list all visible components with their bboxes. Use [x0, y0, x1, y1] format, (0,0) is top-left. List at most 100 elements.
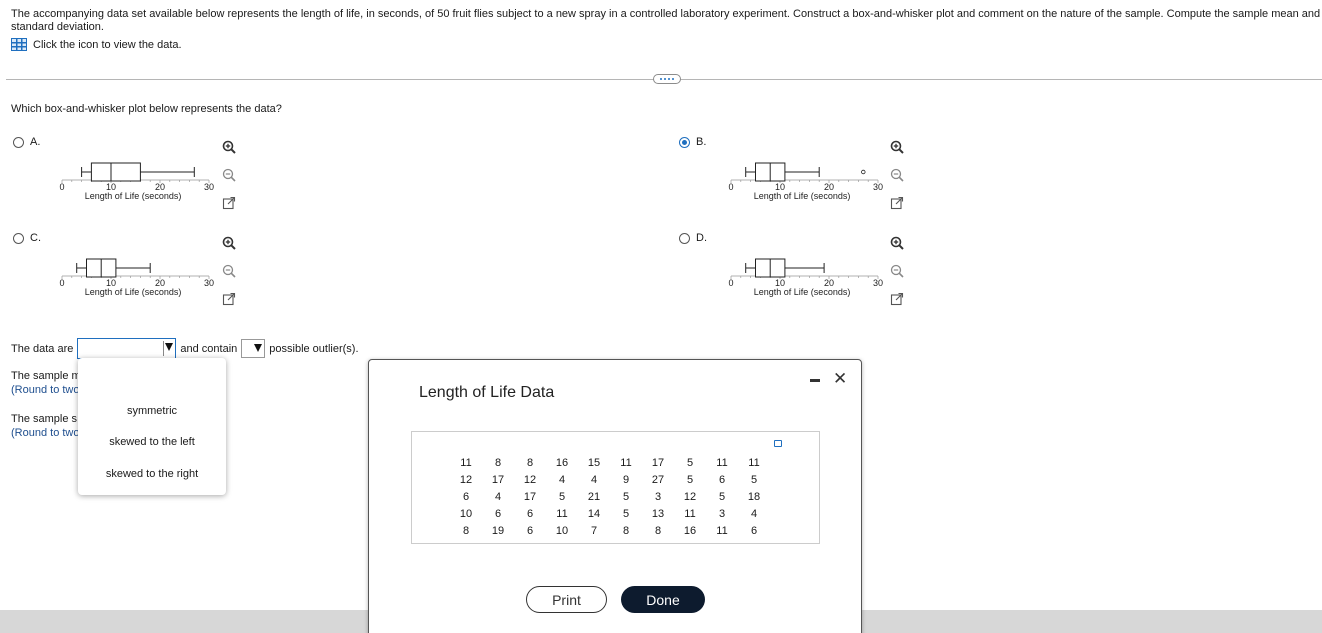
minimize-icon[interactable]	[810, 379, 820, 382]
shape-dropdown-menu: symmetric skewed to the left skewed to t…	[78, 358, 226, 495]
option-a-label: A.	[30, 136, 41, 148]
option-b-radio[interactable]	[679, 137, 690, 148]
done-button[interactable]: Done	[621, 586, 705, 613]
option-c-label: C.	[30, 232, 41, 244]
table-cell: 13	[651, 507, 665, 520]
table-cell: 11	[684, 507, 696, 520]
table-cell: 5	[718, 490, 726, 503]
menu-item-skewed-left[interactable]: skewed to the left	[78, 436, 226, 448]
menu-item-symmetric[interactable]: symmetric	[78, 405, 226, 417]
table-cell: 19	[491, 524, 505, 537]
table-cell: 6	[526, 524, 534, 537]
table-cell: 8	[622, 524, 630, 537]
table-cell: 11	[748, 456, 760, 469]
sub-question: Which box-and-whisker plot below represe…	[11, 103, 282, 115]
close-icon[interactable]: ✕	[833, 370, 847, 387]
tick-label: 0	[59, 278, 64, 288]
sample-sd-text: The sample s	[11, 413, 78, 425]
tick-label: 30	[873, 278, 883, 288]
table-cell: 5	[558, 490, 566, 503]
table-cell: 10	[555, 524, 569, 537]
question-line-1: The accompanying data set available belo…	[11, 8, 1322, 20]
table-cell: 4	[590, 473, 598, 486]
view-data-label: Click the icon to view the data.	[33, 38, 182, 51]
open-new-window-icon[interactable]	[222, 196, 236, 210]
table-cell: 4	[558, 473, 566, 486]
table-cell: 10	[459, 507, 473, 520]
table-cell: 15	[587, 456, 601, 469]
tick-label: 30	[873, 182, 883, 192]
outlier-count-dropdown[interactable]	[241, 339, 266, 358]
question-line-2: standard deviation.	[11, 21, 104, 33]
dialog-title: Length of Life Data	[419, 384, 555, 401]
axis-label: Length of Life (seconds)	[754, 191, 851, 201]
copy-icon[interactable]	[774, 440, 782, 447]
table-cell: 17	[491, 473, 505, 486]
box-plot-svg: 0 10 20 30Length of Life (seconds)	[728, 162, 883, 201]
option-c-radio[interactable]	[13, 233, 24, 244]
table-cell: 27	[651, 473, 665, 486]
table-cell: 5	[622, 490, 630, 503]
open-new-window-icon[interactable]	[890, 292, 904, 306]
tick-label: 30	[204, 182, 214, 192]
fill-in-middle: and contain	[180, 342, 238, 355]
menu-item-skewed-right[interactable]: skewed to the right	[78, 468, 226, 480]
zoom-out-icon[interactable]	[222, 264, 236, 278]
axis-label: Length of Life (seconds)	[754, 287, 851, 297]
axis-label: Length of Life (seconds)	[85, 287, 182, 297]
outlier-point	[861, 169, 866, 175]
open-new-window-icon[interactable]	[222, 292, 236, 306]
tick-label: 0	[59, 182, 64, 192]
chevron-down-icon	[254, 344, 263, 352]
table-cell: 11	[716, 456, 728, 469]
chevron-down-icon	[165, 343, 174, 351]
tick-label: 0	[728, 278, 733, 288]
table-cell: 12	[523, 473, 537, 486]
data-table-box: 11 8 8 16 15 11 17 5 11 11 12 17 12 4 4 9 27 5 6 5 6 4 17 5 21 5 3…	[411, 431, 820, 544]
shape-dropdown[interactable]	[77, 338, 177, 359]
table-cell: 9	[622, 473, 630, 486]
expand-more-button[interactable]	[653, 74, 681, 84]
option-d-label: D.	[696, 232, 707, 244]
table-cell: 8	[526, 456, 534, 469]
open-new-window-icon[interactable]	[890, 196, 904, 210]
table-cell: 8	[654, 524, 662, 537]
option-b-label: B.	[696, 136, 707, 148]
zoom-out-icon[interactable]	[222, 168, 236, 182]
table-cell: 12	[683, 490, 697, 503]
zoom-in-icon[interactable]	[222, 236, 236, 250]
zoom-in-icon[interactable]	[890, 236, 904, 250]
zoom-out-icon[interactable]	[890, 264, 904, 278]
fill-in-suffix: possible outlier(s).	[269, 342, 359, 355]
tick-label: 0	[728, 182, 733, 192]
table-cell: 11	[556, 507, 568, 520]
table-cell: 6	[750, 524, 758, 537]
table-icon[interactable]	[11, 38, 27, 51]
table-cell: 17	[651, 456, 665, 469]
option-d-radio[interactable]	[679, 233, 690, 244]
table-cell: 14	[587, 507, 601, 520]
box-plot-svg: 0 10 20 30Length of Life (seconds)	[59, 162, 214, 201]
table-cell: 18	[747, 490, 761, 503]
table-cell: 4	[494, 490, 502, 503]
zoom-in-icon[interactable]	[890, 140, 904, 154]
view-data-link[interactable]: Click the icon to view the data.	[11, 38, 182, 51]
table-cell: 5	[750, 473, 758, 486]
zoom-in-icon[interactable]	[222, 140, 236, 154]
table-cell: 6	[526, 507, 534, 520]
sample-mean-row: The sample m (Round to two	[11, 369, 81, 397]
print-button[interactable]: Print	[526, 586, 607, 613]
table-cell: 6	[494, 507, 502, 520]
table-cell: 11	[620, 456, 632, 469]
table-row: 8 19 6 10 7 8 8 16 11 6	[450, 522, 770, 539]
zoom-out-icon[interactable]	[890, 168, 904, 182]
option-a-radio[interactable]	[13, 137, 24, 148]
data-dialog: Length of Life Data ✕ 11 8 8 16 15 11 17 5 11 11 1…	[368, 359, 862, 633]
axis-label: Length of Life (seconds)	[85, 191, 182, 201]
table-cell: 16	[683, 524, 697, 537]
table-cell: 8	[462, 524, 470, 537]
table-cell: 16	[555, 456, 569, 469]
table-row: 12 17 12 4 4 9 27 5 6 5	[450, 471, 770, 488]
sample-sd-round-note: (Round to two	[11, 427, 80, 439]
table-row: 6 4 17 5 21 5 3 12 5 18	[450, 488, 770, 505]
